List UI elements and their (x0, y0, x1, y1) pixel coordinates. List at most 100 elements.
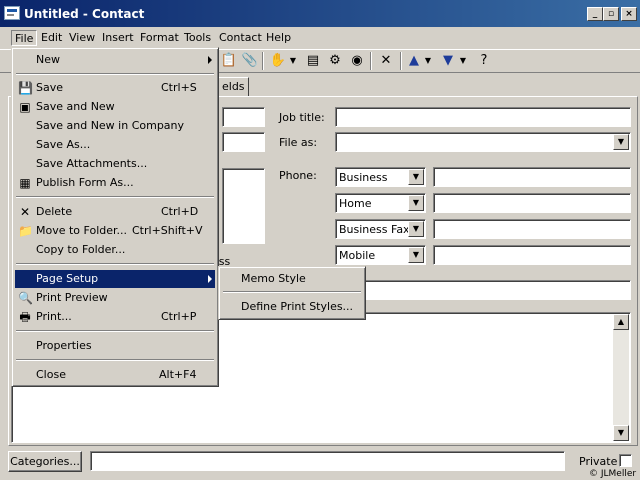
chevron-down-icon[interactable]: ▼ (423, 52, 433, 70)
address-field[interactable] (222, 168, 265, 244)
menu-tools[interactable]: Tools (181, 30, 214, 46)
menu-separator (16, 359, 214, 361)
menu-item-save-new-company[interactable]: Save and New in Company (15, 117, 215, 135)
chevron-down-icon[interactable]: ▼ (288, 52, 298, 70)
phone-type-home[interactable]: Home ▼ (335, 193, 426, 213)
phone-type-mobile[interactable]: Mobile ▼ (335, 245, 426, 265)
menu-separator (16, 330, 214, 332)
menu-item-define-print-styles[interactable]: Define Print Styles... (222, 298, 362, 316)
web-page-icon[interactable]: ◉ (347, 52, 367, 70)
chevron-down-icon[interactable]: ▼ (408, 247, 424, 263)
menu-item-properties[interactable]: Properties (15, 337, 215, 355)
menu-item-publish-form[interactable]: ▦ Publish Form As... (15, 174, 215, 192)
categories-button[interactable]: Categories... (8, 451, 82, 472)
copyright-text: © JLMeller (589, 469, 637, 479)
printer-icon: 🖶 (19, 310, 31, 324)
settings-icon[interactable]: ⚙ (325, 52, 345, 70)
publish-form-icon: ▦ (19, 176, 31, 190)
page-setup-submenu: Memo Style Define Print Styles... (218, 266, 366, 320)
submenu-arrow-icon (208, 56, 212, 64)
menu-separator (16, 73, 214, 75)
paste-icon[interactable]: 📋 (219, 52, 239, 70)
job-title-field[interactable] (335, 107, 631, 127)
tab-label: elds (222, 80, 245, 93)
print-preview-icon: 🔍 (18, 291, 33, 305)
file-as-combo[interactable]: ▼ (335, 132, 631, 152)
chevron-down-icon[interactable]: ▼ (408, 221, 424, 237)
menu-item-move-to-folder[interactable]: 📁 Move to Folder... Ctrl+Shift+V (15, 222, 215, 240)
menu-item-save-attachments[interactable]: Save Attachments... (15, 155, 215, 173)
menu-separator (16, 196, 214, 198)
chevron-down-icon[interactable]: ▼ (458, 52, 468, 70)
delete-icon: ✕ (19, 205, 31, 219)
private-label: Private (579, 455, 618, 468)
menu-item-print[interactable]: 🖶 Print... Ctrl+P (15, 308, 215, 326)
paperclip-icon[interactable]: 📎 (240, 52, 260, 70)
job-title-label: Job title: (279, 111, 325, 124)
web-address-field[interactable] (335, 280, 631, 300)
menu-item-new[interactable]: New (15, 51, 215, 69)
menu-item-save-and-new[interactable]: ▣ Save and New (15, 98, 215, 116)
contact-card-icon[interactable] (4, 6, 20, 20)
chevron-down-icon[interactable]: ▼ (408, 195, 424, 211)
phone-type-value: Home (339, 197, 372, 210)
chevron-down-icon[interactable]: ▼ (613, 134, 629, 150)
menu-item-save[interactable]: 💾 Save Ctrl+S (15, 79, 215, 97)
phone-business-field[interactable] (433, 167, 631, 187)
phone-type-business[interactable]: Business ▼ (335, 167, 426, 187)
categories-icon[interactable]: ✋ (268, 52, 288, 70)
menu-edit[interactable]: Edit (38, 30, 65, 46)
delete-x-icon[interactable]: ✕ (376, 52, 396, 70)
menu-format[interactable]: Format (137, 30, 182, 46)
phone-mobile-field[interactable] (433, 245, 631, 265)
scroll-up-icon[interactable]: ▲ (613, 314, 629, 330)
menu-item-page-setup[interactable]: Page Setup (15, 270, 215, 288)
menu-help[interactable]: Help (263, 30, 294, 46)
title-bar[interactable]: Untitled - Contact _ ▫ × (0, 0, 640, 27)
menu-contact[interactable]: Contact (216, 30, 265, 46)
previous-item-icon[interactable]: ▲ (404, 52, 424, 70)
phone-business-fax-field[interactable] (433, 219, 631, 239)
menu-separator (223, 291, 361, 293)
menu-item-memo-style[interactable]: Memo Style (222, 270, 362, 288)
scroll-down-icon[interactable]: ▼ (613, 425, 629, 441)
close-button[interactable]: × (621, 7, 637, 21)
phone-type-value: Business (339, 171, 388, 184)
save-new-icon: ▣ (19, 100, 31, 114)
submenu-arrow-icon (208, 275, 212, 283)
maximize-button[interactable]: ▫ (603, 7, 619, 21)
file-as-label: File as: (279, 136, 318, 149)
private-checkbox[interactable] (619, 454, 632, 467)
menu-item-print-preview[interactable]: 🔍 Print Preview (15, 289, 215, 307)
full-name-field[interactable] (222, 107, 265, 127)
menu-view[interactable]: View (66, 30, 98, 46)
menu-separator (16, 263, 214, 265)
menu-insert[interactable]: Insert (99, 30, 137, 46)
menu-item-copy-to-folder[interactable]: Copy to Folder... (15, 241, 215, 259)
toolbar-separator (400, 52, 402, 70)
company-field[interactable] (222, 132, 265, 152)
toolbar-separator (370, 52, 372, 70)
phone-home-field[interactable] (433, 193, 631, 213)
help-assistant-icon[interactable]: ? (474, 52, 494, 70)
toolbar-separator (262, 52, 264, 70)
menu-item-save-as[interactable]: Save As... (15, 136, 215, 154)
phone-type-value: Business Fax (339, 223, 410, 236)
categories-field[interactable] (90, 451, 565, 471)
tab-all-fields[interactable]: elds (215, 77, 249, 97)
phone-type-business-fax[interactable]: Business Fax ▼ (335, 219, 426, 239)
address-card-icon[interactable]: ▤ (303, 52, 323, 70)
move-folder-icon: 📁 (18, 224, 33, 238)
menu-item-close[interactable]: Close Alt+F4 (15, 366, 215, 384)
file-menu: New 💾 Save Ctrl+S ▣ Save and New Save an… (11, 47, 219, 387)
menu-item-delete[interactable]: ✕ Delete Ctrl+D (15, 203, 215, 221)
menu-file[interactable]: File (11, 30, 38, 46)
phone-type-value: Mobile (339, 249, 376, 262)
next-item-icon[interactable]: ▼ (438, 52, 458, 70)
save-icon: 💾 (18, 81, 33, 95)
minimize-button[interactable]: _ (587, 7, 603, 21)
phone-label: Phone: (279, 169, 317, 182)
window-title: Untitled - Contact (24, 7, 145, 21)
chevron-down-icon[interactable]: ▼ (408, 169, 424, 185)
notes-scrollbar[interactable]: ▲ ▼ (613, 314, 629, 441)
